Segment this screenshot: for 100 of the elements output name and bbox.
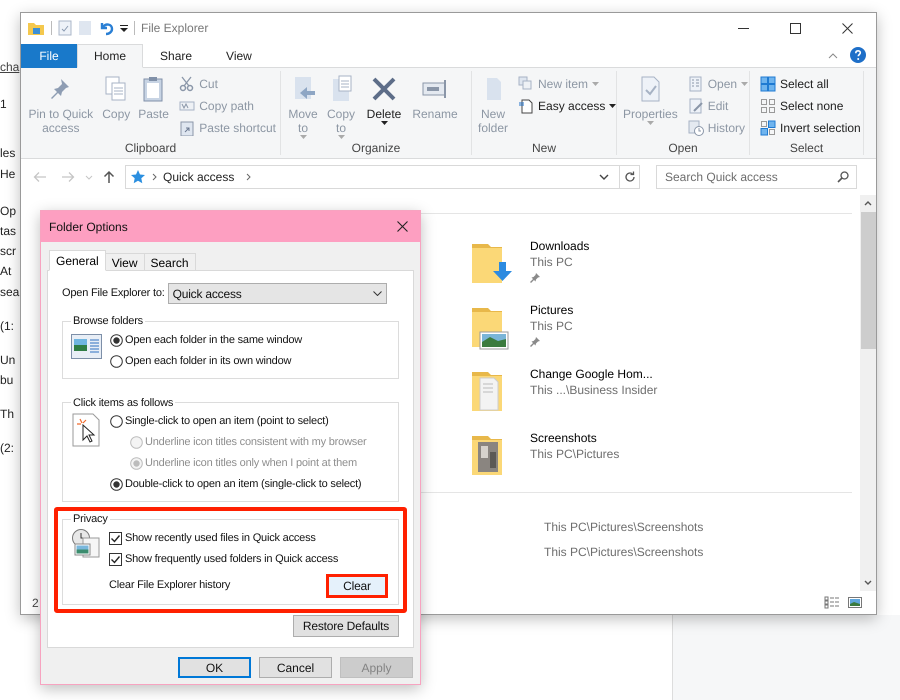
folder-location: This PC (530, 254, 574, 270)
group-title: Privacy (72, 512, 109, 527)
dropdown-caret-icon (380, 121, 388, 125)
delete-icon (370, 75, 398, 103)
dialog-button[interactable]: Cancel (259, 657, 332, 678)
ribbon-button[interactable]: Select none (760, 95, 861, 116)
scroll-up-icon[interactable] (864, 201, 872, 206)
dialog-tab[interactable]: Search (144, 253, 196, 271)
group-label: Clipboard (124, 140, 178, 155)
pointer-icon (71, 413, 102, 447)
dialog-title: Folder Options (49, 218, 128, 236)
group-label: Organize (350, 140, 402, 155)
up-icon[interactable] (103, 170, 115, 184)
file-location: This PC\Pictures\Screenshots (544, 519, 704, 536)
document-text: Op (0, 204, 18, 219)
document-text: bu (0, 373, 14, 388)
dropdown-caret-icon (609, 104, 616, 108)
restore-defaults-button[interactable]: Restore Defaults (293, 614, 399, 636)
edit-icon (688, 98, 704, 114)
scrollbar[interactable] (860, 195, 876, 591)
scissors-icon (179, 76, 196, 92)
dropdown-caret-icon (592, 82, 600, 86)
folder-name[interactable]: Downloads (530, 238, 590, 254)
maximize-icon (790, 22, 800, 34)
document-icon (518, 98, 534, 114)
document-text: At (0, 264, 12, 279)
group-label: Open (667, 140, 699, 155)
group-label: Select (788, 140, 824, 155)
document-text: 1 (0, 97, 8, 112)
select-none-icon (760, 98, 776, 114)
close-icon (396, 221, 408, 232)
ribbon-tab[interactable]: File (21, 44, 77, 68)
ribbon-tab[interactable]: Home (77, 44, 144, 68)
dropdown-caret-icon (372, 291, 382, 296)
search-field[interactable]: Search Quick access (656, 165, 857, 189)
large-icons-view-icon[interactable] (848, 597, 862, 608)
ribbon-tab[interactable]: View (209, 44, 269, 68)
ribbon-button[interactable]: Easy access (518, 95, 616, 116)
item-count: 2 (32, 594, 39, 612)
checkbox[interactable]: Show frequently used folders in Quick access (109, 548, 390, 570)
ribbon-tab[interactable]: Share (143, 44, 210, 68)
folder-location: This PC\Pictures (530, 446, 620, 462)
document-text: Un (0, 353, 16, 368)
history-label: Clear File Explorer history (109, 578, 230, 594)
clock-document-icon (71, 528, 101, 558)
ribbon-button[interactable]: Delete (361, 73, 407, 125)
document-text: les (0, 146, 16, 161)
collapse-ribbon-icon[interactable] (828, 53, 838, 59)
customize-caret-icon[interactable] (120, 24, 128, 32)
checkbox[interactable]: Show recently used files in Quick access (109, 528, 390, 548)
details-view-icon[interactable] (824, 596, 840, 609)
new-item-icon (518, 76, 534, 92)
refresh-icon[interactable] (624, 171, 636, 183)
chevron-icon (152, 173, 157, 181)
document-text: scr (0, 244, 17, 259)
field-label: Open File Explorer to: (62, 286, 165, 302)
paste-shortcut-icon (179, 120, 196, 136)
radio-button[interactable]: Open each folder in the same window (110, 330, 302, 350)
radio-button[interactable]: Single-click to open an item (point to select) (110, 411, 366, 432)
dropdown[interactable]: Quick access (168, 283, 387, 304)
list-icon (688, 76, 704, 92)
folder-name[interactable]: Screenshots (530, 430, 620, 446)
document-text: (2: (0, 441, 16, 456)
dialog-button[interactable]: OK (178, 657, 251, 678)
ribbon-button[interactable]: Invert selection (760, 117, 861, 138)
address-bar[interactable]: Quick access (125, 165, 640, 189)
scroll-down-icon[interactable] (864, 580, 872, 585)
clear-button[interactable]: Clear (326, 574, 388, 598)
search-icon[interactable] (837, 171, 849, 183)
select-all-icon (760, 76, 776, 92)
folder-name[interactable]: Change Google Hom... (530, 366, 658, 382)
folder-location: This ...\Business Insider (530, 382, 658, 398)
dropdown-caret-icon (300, 135, 306, 139)
folder-name[interactable]: Pictures (530, 302, 574, 318)
dropdown-caret-icon (646, 121, 654, 125)
document-text: tas (0, 224, 18, 239)
radio-button[interactable]: Open each folder in its own window (110, 350, 302, 372)
scroll-thumb[interactable] (860, 212, 876, 349)
document-text: cha (0, 60, 20, 75)
ribbon-button[interactable]: Select all (760, 73, 861, 94)
window-title: File Explorer (141, 20, 208, 37)
dialog-tab[interactable]: General (49, 250, 106, 271)
dropdown-caret-icon (338, 135, 344, 139)
address-text: Quick access (163, 169, 234, 186)
star-icon (130, 169, 146, 185)
invert-selection-icon (760, 120, 776, 136)
document-text: sea (0, 285, 20, 300)
close-icon (842, 22, 852, 34)
help-icon[interactable] (850, 47, 866, 63)
dropdown-caret-icon (741, 82, 748, 86)
window-icon (71, 334, 102, 360)
folder-location: This PC (530, 318, 574, 334)
radio-button[interactable]: Double-click to open an item (single-click to select) (110, 474, 366, 495)
properties-icon[interactable] (58, 20, 72, 36)
group-title: Click items as follows (72, 396, 174, 410)
file-location: This PC\Pictures\Screenshots (544, 544, 704, 561)
document-text: Th (0, 407, 16, 422)
dropdown-caret-icon[interactable] (599, 174, 609, 180)
document-text: (1: (0, 319, 16, 334)
undo-icon[interactable] (98, 20, 114, 36)
